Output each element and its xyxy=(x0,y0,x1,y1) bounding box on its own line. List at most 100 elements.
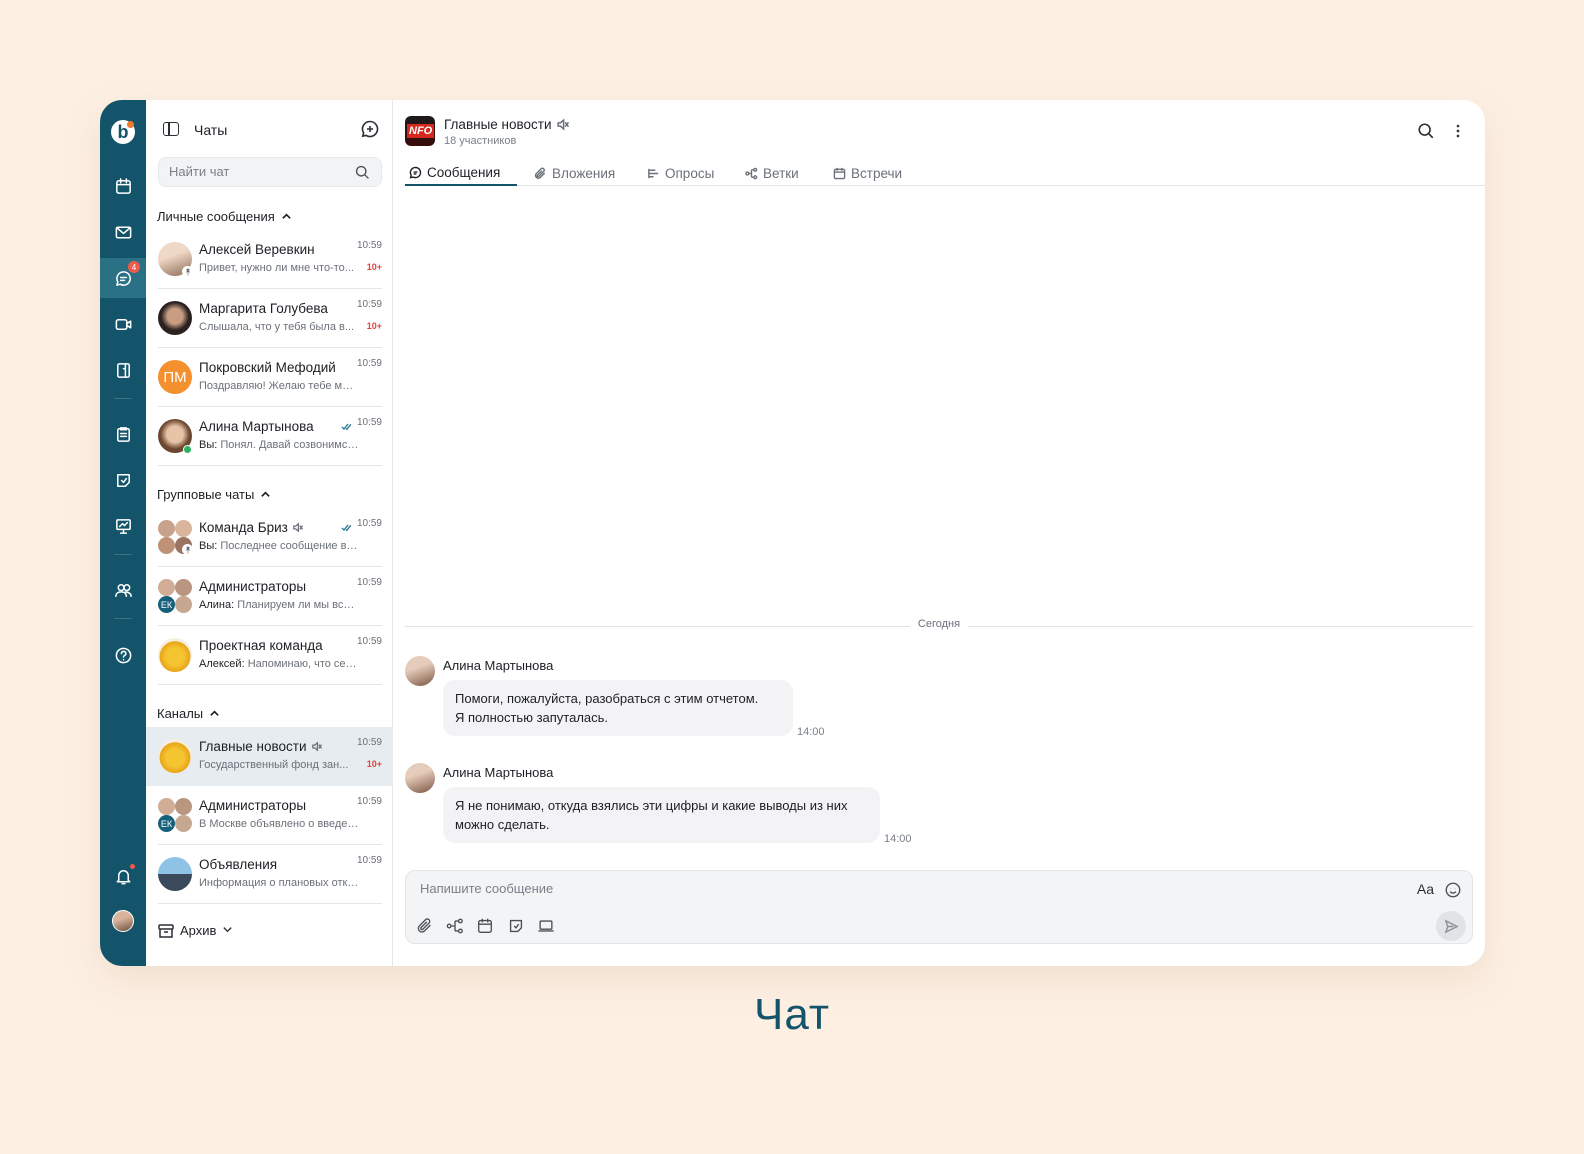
group-avatar: ЕК xyxy=(158,798,192,832)
rail-notifications[interactable] xyxy=(100,856,146,896)
rail-separator xyxy=(114,554,132,555)
search-icon[interactable] xyxy=(354,164,371,181)
chat-item[interactable]: ПМ Покровский Мефодий 10:59 Поздравляю! … xyxy=(146,348,393,407)
chat-item[interactable]: ЕК Администраторы 10:59 Алина: Планируем… xyxy=(146,567,393,626)
channel-logo-text: NFO xyxy=(407,124,435,138)
chat-item[interactable]: Команда Бриз 10:59 Вы: Последнее сообщен… xyxy=(146,508,393,567)
attach-button[interactable] xyxy=(416,917,434,935)
notification-dot xyxy=(130,864,135,869)
new-chat-button[interactable] xyxy=(359,118,381,140)
chat-item[interactable]: Алина Мартынова 10:59 Вы: Понял. Давай с… xyxy=(146,407,393,466)
chat-bubble-icon xyxy=(409,166,422,179)
preview-sender: Вы: xyxy=(199,439,218,451)
archive-toggle[interactable]: Архив xyxy=(158,923,233,938)
tab-threads[interactable]: Ветки xyxy=(741,160,803,186)
emoji-button[interactable] xyxy=(1444,881,1462,899)
tab-meetings[interactable]: Встречи xyxy=(829,160,906,186)
thread-button[interactable] xyxy=(446,917,464,935)
format-button[interactable]: Aa xyxy=(1417,881,1434,897)
more-options-button[interactable] xyxy=(1447,120,1469,142)
chat-name-text: Главные новости xyxy=(199,739,307,754)
channel-avatar[interactable]: NFO xyxy=(405,116,435,146)
chat-name: Алина Мартынова xyxy=(199,419,314,434)
sidebar-header: Чаты xyxy=(146,118,393,142)
rail-video[interactable] xyxy=(100,304,146,344)
users-icon xyxy=(114,583,132,597)
chat-item[interactable]: ЕК Администраторы 10:59 В Москве объявле… xyxy=(146,786,393,845)
task-button[interactable] xyxy=(507,917,525,935)
channel-title-text: Главные новости xyxy=(444,117,552,132)
sidebar-toggle-icon[interactable] xyxy=(163,122,179,136)
section-groups[interactable]: Групповые чаты xyxy=(157,485,271,503)
avatar-initials: ПМ xyxy=(158,360,192,394)
section-personal[interactable]: Личные сообщения xyxy=(157,207,292,225)
note-icon xyxy=(509,919,523,933)
calendar-icon xyxy=(833,167,846,179)
chat-name: Покровский Мефодий xyxy=(199,360,336,375)
rail-chats[interactable]: 4 xyxy=(100,258,146,298)
rail-documents[interactable] xyxy=(100,350,146,390)
tab-messages[interactable]: Сообщения xyxy=(405,160,517,186)
chat-name: Алексей Веревкин xyxy=(199,242,315,257)
chat-time: 10:59 xyxy=(356,240,382,251)
rail-mail[interactable] xyxy=(100,212,146,252)
muted-icon xyxy=(292,521,303,533)
plus-bubble-icon xyxy=(361,120,379,138)
chat-item[interactable]: Объявления 10:59 Информация о плановых о… xyxy=(146,845,393,904)
chat-preview: Алексей: Напоминаю, что сегод... xyxy=(199,658,359,670)
rail-notes[interactable] xyxy=(100,460,146,500)
archive-box-icon xyxy=(158,923,174,938)
chat-name: Главные новости xyxy=(199,739,322,754)
screen-share-button[interactable] xyxy=(537,917,555,935)
tab-label: Ветки xyxy=(763,165,799,181)
tab-attachments[interactable]: Вложения xyxy=(530,160,619,186)
group-tag: ЕК xyxy=(158,815,175,832)
section-channels[interactable]: Каналы xyxy=(157,704,220,722)
app-logo[interactable]: b xyxy=(100,112,146,152)
chat-time: 10:59 xyxy=(356,855,382,866)
avatar xyxy=(158,301,192,335)
rail-calendar[interactable] xyxy=(100,166,146,206)
chat-badge: 4 xyxy=(128,261,140,273)
search-input[interactable] xyxy=(169,164,339,179)
chat-item[interactable]: Маргарита Голубева 10:59 Слышала, что у … xyxy=(146,289,393,348)
rail-tasks[interactable] xyxy=(100,414,146,454)
rail-contacts[interactable] xyxy=(100,570,146,610)
chat-time: 10:59 xyxy=(356,636,382,647)
calendar-icon xyxy=(478,918,492,933)
chat-name: Проектная команда xyxy=(199,638,323,653)
chat-name: Команда Бриз xyxy=(199,520,303,535)
unread-badge: 10+ xyxy=(366,262,382,272)
message-time: 14:00 xyxy=(884,833,912,845)
preview-sender: Алексей: xyxy=(199,658,245,670)
message-author: Алина Мартынова xyxy=(443,765,554,780)
video-camera-icon xyxy=(115,318,131,330)
chat-item[interactable]: Проектная команда 10:59 Алексей: Напомин… xyxy=(146,626,393,685)
nav-rail: b 4 xyxy=(100,100,146,966)
message-input[interactable] xyxy=(420,881,1320,896)
rail-separator xyxy=(114,398,132,399)
group-tag: ЕК xyxy=(158,596,175,613)
search-button[interactable] xyxy=(1415,120,1437,142)
channel-header: NFO Главные новости 18 участников xyxy=(393,100,1485,160)
send-button[interactable] xyxy=(1436,911,1466,941)
schedule-button[interactable] xyxy=(476,917,494,935)
chat-name-text: Команда Бриз xyxy=(199,520,288,535)
rail-presentations[interactable] xyxy=(100,506,146,546)
chat-preview: Алина: Планируем ли мы встре... xyxy=(199,599,359,611)
chevron-down-icon xyxy=(222,923,233,938)
presentation-icon xyxy=(115,518,131,534)
rail-help[interactable] xyxy=(100,635,146,675)
tab-polls[interactable]: Опросы xyxy=(643,160,718,186)
message-line: можно сделать. xyxy=(455,817,550,832)
avatar xyxy=(405,763,435,793)
chevron-up-icon xyxy=(281,212,291,219)
section-title: Личные сообщения xyxy=(157,208,275,224)
channel-title[interactable]: Главные новости xyxy=(444,117,569,132)
section-title: Групповые чаты xyxy=(157,486,255,502)
chat-item-active[interactable]: Главные новости 10:59 Государственный фо… xyxy=(146,727,393,786)
rail-profile[interactable] xyxy=(100,901,146,941)
chat-item[interactable]: Алексей Веревкин 10:59 Привет, нужно ли … xyxy=(146,230,393,289)
message-time: 14:00 xyxy=(797,726,825,738)
chat-time: 10:59 xyxy=(356,796,382,807)
